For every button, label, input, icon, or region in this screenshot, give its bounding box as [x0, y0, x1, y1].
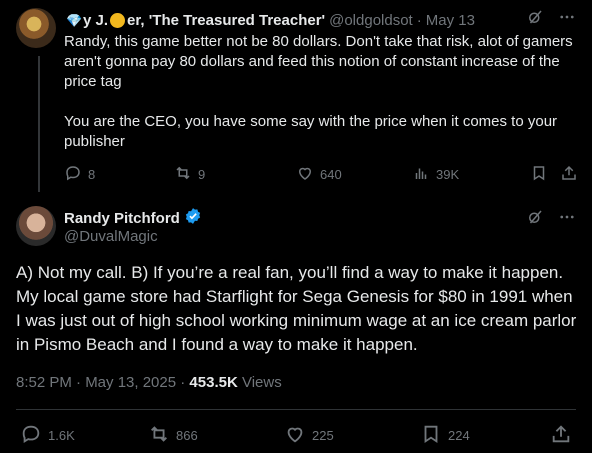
repost-count: 9	[198, 166, 206, 182]
header-separator: ·	[416, 11, 422, 29]
main-tweet-text: A) Not my call. B) If you’re a real fan,…	[16, 263, 577, 354]
share-icon	[550, 423, 572, 448]
more-options-icon[interactable]	[558, 8, 576, 31]
reply-icon	[20, 423, 42, 448]
divider	[16, 409, 576, 410]
main-author-name-row: Randy Pitchford	[64, 207, 202, 229]
reply-header: 💎 y J. er, 'The Treasured Treacher' @old…	[64, 10, 576, 30]
reply-bookmark-button[interactable]	[530, 164, 548, 184]
coin-emoji-icon	[110, 12, 126, 28]
heart-icon	[284, 423, 306, 448]
reply-icon	[64, 164, 82, 185]
reply-date[interactable]: May 13	[426, 12, 475, 29]
main-reply-button[interactable]: 1.6K	[20, 425, 75, 445]
diamond-emoji-icon: 💎	[66, 12, 83, 28]
tweet-views-count: 453.5K	[189, 374, 238, 391]
tweet-timestamp[interactable]: 8:52 PM · May 13, 2025 ·	[16, 374, 189, 391]
main-repost-button[interactable]: 866	[148, 425, 198, 445]
reply-repost-button[interactable]: 9	[174, 164, 205, 184]
reply-share-button[interactable]	[560, 164, 578, 184]
views-count: 39K	[436, 166, 460, 182]
share-icon	[560, 164, 578, 185]
like-count: 225	[312, 427, 334, 443]
reply-tweet[interactable]: 💎 y J. er, 'The Treasured Treacher' @old…	[0, 0, 592, 196]
heart-icon	[296, 164, 314, 185]
reply-count: 1.6K	[48, 427, 75, 443]
more-options-icon[interactable]	[558, 208, 576, 231]
reply-paragraph-2: You are the CEO, you have some say with …	[64, 113, 558, 150]
tweet-views-label: Views	[237, 374, 282, 391]
main-share-button[interactable]	[550, 423, 572, 448]
repost-icon	[148, 423, 170, 448]
reply-count: 8	[88, 166, 96, 182]
like-count: 640	[320, 166, 342, 182]
reply-author-name-rest[interactable]: er, 'The Treasured Treacher'	[127, 12, 325, 29]
repost-count: 866	[176, 427, 198, 443]
bookmark-icon	[530, 164, 548, 185]
reply-paragraph-1: Randy, this game better not be 80 dollar…	[64, 33, 573, 90]
repost-icon	[174, 164, 192, 185]
reply-views-button[interactable]: 39K	[412, 164, 459, 184]
main-author-name[interactable]: Randy Pitchford	[64, 210, 180, 227]
tweet-metadata: 8:52 PM · May 13, 2025 · 453.5K Views	[16, 374, 282, 391]
reply-author-name[interactable]: y J.	[83, 12, 108, 29]
bookmark-count: 224	[448, 427, 470, 443]
reply-reply-button[interactable]: 8	[64, 164, 95, 184]
verified-badge-icon	[184, 207, 202, 229]
grok-icon[interactable]	[526, 8, 544, 31]
reply-author-handle[interactable]: @oldgoldsot	[329, 12, 413, 29]
reply-text: Randy, this game better not be 80 dollar…	[64, 32, 574, 152]
views-icon	[412, 164, 430, 185]
grok-icon[interactable]	[526, 208, 544, 231]
main-bookmark-button[interactable]: 224	[420, 425, 470, 445]
main-action-bar: 1.6K 866 225 224	[16, 423, 576, 448]
reply-like-button[interactable]: 640	[296, 164, 342, 184]
main-author-handle[interactable]: @DuvalMagic	[64, 228, 158, 245]
bookmark-icon	[420, 423, 442, 448]
reply-action-bar: 8 9 640 39K	[64, 164, 578, 184]
reply-author-avatar[interactable]	[16, 8, 56, 48]
main-author-avatar[interactable]	[16, 206, 56, 246]
main-like-button[interactable]: 225	[284, 425, 334, 445]
